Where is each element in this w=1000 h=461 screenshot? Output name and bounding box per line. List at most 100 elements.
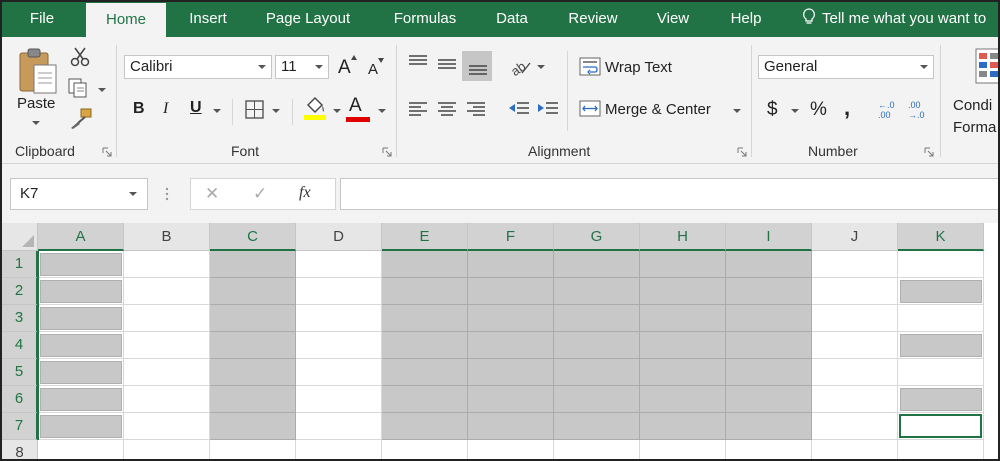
worksheet-grid[interactable]: ABCDEFGHIJK 12345678 — [2, 223, 998, 459]
cell-g7[interactable] — [554, 413, 640, 440]
cell-h7[interactable] — [640, 413, 726, 440]
cell-g2[interactable] — [554, 278, 640, 305]
font-dialog-launcher-icon[interactable] — [382, 147, 392, 157]
accounting-dropdown-icon[interactable] — [791, 109, 799, 113]
row-header-8[interactable]: 8 — [2, 440, 38, 459]
cell-i2[interactable] — [726, 278, 812, 305]
cell-b2[interactable] — [124, 278, 210, 305]
tell-me-search[interactable]: Tell me what you want to — [802, 2, 986, 37]
orientation-icon[interactable]: ab — [508, 55, 532, 77]
cell-i8[interactable] — [726, 440, 812, 459]
cell-h3[interactable] — [640, 305, 726, 332]
column-header-c[interactable]: C — [210, 223, 296, 251]
cell-k2[interactable] — [898, 278, 984, 305]
cell-e1[interactable] — [382, 251, 468, 278]
enter-button[interactable]: ✓ — [253, 184, 267, 204]
column-header-k[interactable]: K — [898, 223, 984, 251]
cell-c5[interactable] — [210, 359, 296, 386]
accounting-format-button[interactable]: $ — [767, 99, 778, 121]
cell-c3[interactable] — [210, 305, 296, 332]
cell-b5[interactable] — [124, 359, 210, 386]
underline-button[interactable]: U — [190, 99, 202, 117]
format-painter-icon[interactable] — [69, 108, 93, 130]
tab-formulas[interactable]: Formulas — [379, 2, 471, 37]
align-center-icon[interactable] — [436, 100, 458, 118]
cell-j3[interactable] — [812, 305, 898, 332]
cell-f4[interactable] — [468, 332, 554, 359]
name-box-dropdown-icon[interactable] — [129, 192, 137, 196]
cell-g8[interactable] — [554, 440, 640, 459]
cell-e2[interactable] — [382, 278, 468, 305]
cell-d1[interactable] — [296, 251, 382, 278]
cell-b4[interactable] — [124, 332, 210, 359]
cell-a1[interactable] — [38, 251, 124, 278]
font-size-dropdown-icon[interactable] — [315, 65, 323, 69]
cell-h8[interactable] — [640, 440, 726, 459]
cell-d6[interactable] — [296, 386, 382, 413]
cell-d2[interactable] — [296, 278, 382, 305]
tab-page-layout[interactable]: Page Layout — [252, 2, 364, 37]
column-header-b[interactable]: B — [124, 223, 210, 251]
cell-c1[interactable] — [210, 251, 296, 278]
font-name-combo[interactable]: Calibri — [124, 55, 272, 79]
wrap-text-icon[interactable] — [579, 57, 601, 77]
orientation-dropdown-icon[interactable] — [537, 65, 545, 69]
clipboard-dialog-launcher-icon[interactable] — [102, 147, 112, 157]
row-header-2[interactable]: 2 — [2, 278, 38, 305]
font-color-button[interactable]: A — [349, 95, 362, 117]
cell-e5[interactable] — [382, 359, 468, 386]
cell-k5[interactable] — [898, 359, 984, 386]
conditional-formatting-button[interactable]: Condi Forma — [953, 95, 996, 139]
cell-j5[interactable] — [812, 359, 898, 386]
cell-e4[interactable] — [382, 332, 468, 359]
align-left-icon[interactable] — [407, 100, 429, 118]
cell-h4[interactable] — [640, 332, 726, 359]
cell-i6[interactable] — [726, 386, 812, 413]
cell-f2[interactable] — [468, 278, 554, 305]
italic-button[interactable]: I — [163, 100, 168, 118]
column-header-g[interactable]: G — [554, 223, 640, 251]
cell-i4[interactable] — [726, 332, 812, 359]
cell-h5[interactable] — [640, 359, 726, 386]
row-header-1[interactable]: 1 — [2, 251, 38, 278]
cell-b3[interactable] — [124, 305, 210, 332]
cell-e3[interactable] — [382, 305, 468, 332]
row-header-4[interactable]: 4 — [2, 332, 38, 359]
paste-icon[interactable] — [18, 47, 60, 97]
cell-e8[interactable] — [382, 440, 468, 459]
cell-b6[interactable] — [124, 386, 210, 413]
wrap-text-button[interactable]: Wrap Text — [605, 59, 672, 76]
number-format-dropdown-icon[interactable] — [920, 65, 928, 69]
fill-color-dropdown-icon[interactable] — [333, 109, 341, 113]
merge-center-icon[interactable] — [579, 100, 601, 118]
cell-d4[interactable] — [296, 332, 382, 359]
select-all-button[interactable] — [2, 223, 38, 251]
top-align-icon[interactable] — [407, 53, 429, 71]
row-header-3[interactable]: 3 — [2, 305, 38, 332]
copy-icon[interactable] — [68, 78, 90, 98]
cell-i7[interactable] — [726, 413, 812, 440]
cell-f6[interactable] — [468, 386, 554, 413]
cell-e7[interactable] — [382, 413, 468, 440]
number-dialog-launcher-icon[interactable] — [924, 147, 934, 157]
paste-dropdown-icon[interactable] — [32, 121, 40, 125]
cell-d3[interactable] — [296, 305, 382, 332]
copy-dropdown-icon[interactable] — [98, 88, 106, 92]
cell-g4[interactable] — [554, 332, 640, 359]
tab-insert[interactable]: Insert — [180, 2, 236, 37]
font-color-dropdown-icon[interactable] — [378, 109, 386, 113]
tab-file[interactable]: File — [16, 2, 68, 37]
cell-k1[interactable] — [898, 251, 984, 278]
merge-center-dropdown-icon[interactable] — [733, 109, 741, 113]
cell-c4[interactable] — [210, 332, 296, 359]
number-format-combo[interactable]: General — [758, 55, 934, 79]
cell-i3[interactable] — [726, 305, 812, 332]
cell-a6[interactable] — [38, 386, 124, 413]
cell-h6[interactable] — [640, 386, 726, 413]
tab-data[interactable]: Data — [486, 2, 538, 37]
cell-f8[interactable] — [468, 440, 554, 459]
borders-dropdown-icon[interactable] — [272, 109, 280, 113]
column-header-f[interactable]: F — [468, 223, 554, 251]
row-header-5[interactable]: 5 — [2, 359, 38, 386]
percent-style-button[interactable]: % — [810, 99, 827, 121]
